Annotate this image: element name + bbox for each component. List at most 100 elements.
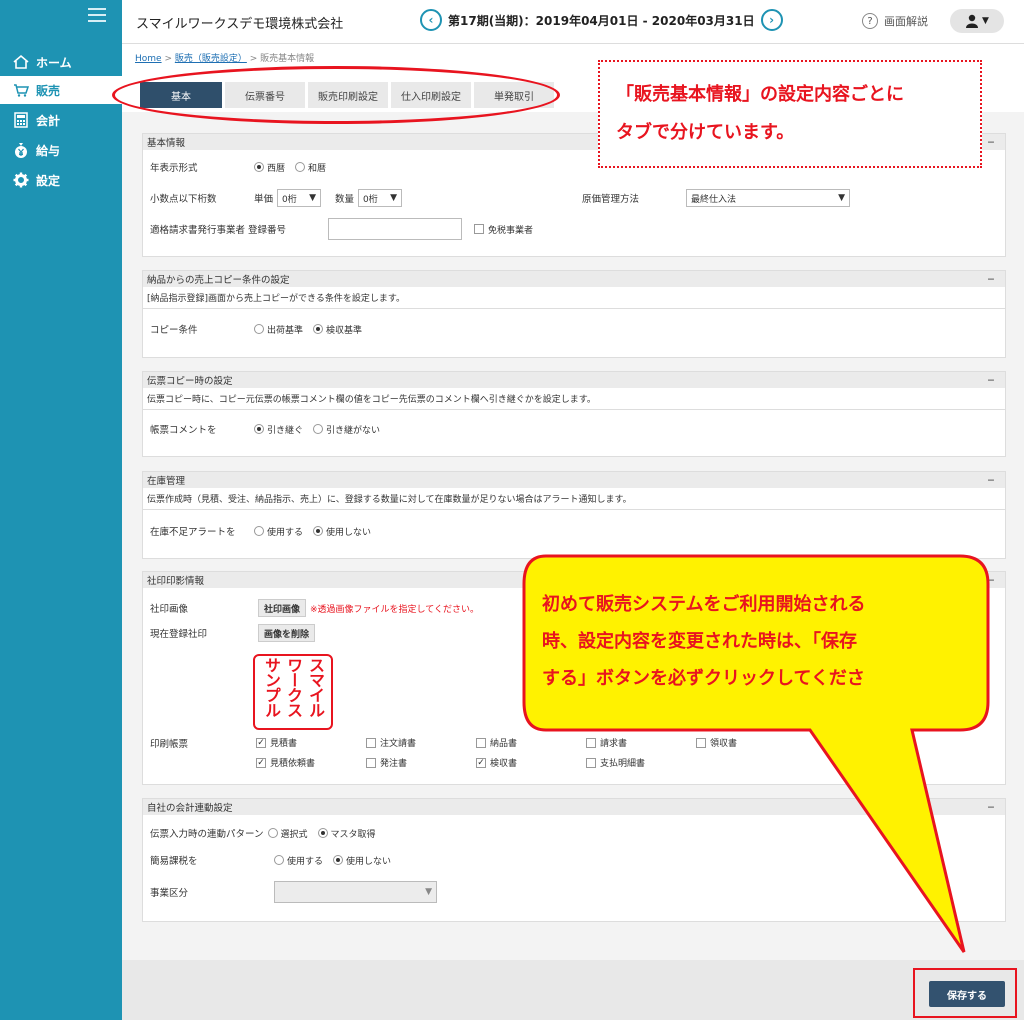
acceptance-basis-radio[interactable]: 検収基準 — [313, 323, 362, 336]
chevron-down-icon: ▼ — [838, 193, 845, 203]
no-inherit-radio[interactable]: 引き継がない — [313, 423, 380, 436]
yen-bag-icon — [12, 141, 30, 159]
radio-label: 西暦 — [267, 163, 286, 174]
panel-header: 納品からの売上コピー条件の設定 − — [143, 271, 1005, 287]
copy-delivery-panel: 納品からの売上コピー条件の設定 − [納品指示登録]画面から売上コピーができる条件… — [142, 270, 1006, 358]
chevron-down-icon: ▼ — [390, 193, 398, 203]
slip-copy-panel: 伝票コピー時の設定 − 伝票コピー時に、コピー元伝票の帳票コメント欄の値をコピー先… — [142, 371, 1006, 457]
shipping-basis-radio[interactable]: 出荷基準 — [254, 323, 303, 336]
form-purchase-order-checkbox[interactable]: 発注書 — [366, 756, 466, 769]
collapse-button[interactable]: − — [987, 475, 995, 486]
checkbox-label: 免税事業者 — [488, 225, 534, 236]
sidebar-item-label: 給与 — [36, 143, 61, 158]
header: スマイルワークスデモ環境株式会社 ‹ 第17期(当期)：2019年04月01日 … — [122, 0, 1024, 44]
sidebar-item-sales[interactable]: 販売 — [0, 76, 122, 104]
sidebar-item-accounting[interactable]: 会計 — [0, 106, 122, 134]
seal-text-col2: ワークス — [284, 657, 303, 717]
sidebar-item-settings[interactable]: 設定 — [0, 166, 122, 194]
unit-price-select[interactable]: 0桁 ▼ — [277, 189, 322, 207]
breadcrumb-home[interactable]: Home — [135, 54, 162, 64]
sidebar-item-label: 設定 — [36, 173, 61, 188]
stock-panel: 在庫管理 − 伝票作成時（見積、受注、納品指示、売上）に、登録する数量に対して在庫… — [142, 471, 1006, 559]
chevron-down-icon: ▼ — [982, 16, 989, 26]
quantity-select[interactable]: 0桁 ▼ — [358, 189, 403, 207]
seal-image-row: 社印画像 社印画像 ※透過画像ファイルを指定してください。 — [150, 599, 479, 617]
field-label: 原価管理方法 — [582, 194, 640, 205]
annotation-line: 時、設定内容を変更された時は、「保存 — [542, 631, 857, 652]
cost-method-row: 原価管理方法 最終仕入法 ▼ — [582, 189, 850, 207]
sidebar-item-home[interactable]: ホーム — [0, 48, 122, 76]
menu-icon[interactable] — [88, 8, 106, 22]
panel-title: 納品からの売上コピー条件の設定 — [147, 275, 290, 286]
checkbox-label: 納品書 — [490, 739, 518, 749]
quantity-label: 数量 — [335, 194, 355, 205]
prev-period-button[interactable]: ‹ — [420, 9, 442, 31]
gear-icon — [12, 171, 30, 189]
invoice-row: 適格請求書発行事業者 登録番号 免税事業者 — [150, 218, 543, 240]
help-link[interactable]: ? 画面解説 — [862, 13, 928, 29]
collapse-button[interactable]: − — [987, 137, 995, 148]
user-menu-button[interactable]: ▼ — [950, 9, 1004, 33]
field-label: 小数点以下桁数 — [150, 194, 217, 205]
sidebar-item-label: 会計 — [36, 113, 61, 128]
form-estimate-checkbox[interactable]: ✓ 見積書 — [256, 736, 356, 749]
breadcrumb: Home > 販売（販売設定） > 販売基本情報 — [135, 51, 314, 64]
print-forms-label: 印刷帳票 — [150, 739, 189, 750]
form-order-ack-checkbox[interactable]: 注文請書 — [366, 736, 466, 749]
chevron-down-icon: ▼ — [309, 193, 317, 203]
checkbox-label: 検収書 — [490, 759, 518, 769]
annotation-line: タブで分けています。 — [616, 122, 795, 143]
radio-label: 引き継がない — [326, 425, 381, 436]
breadcrumb-separator: > — [246, 54, 261, 64]
field-label: 適格請求書発行事業者 登録番号 — [150, 225, 287, 236]
invoice-number-input[interactable] — [328, 218, 462, 240]
stock-alert-row: 在庫不足アラートを 使用する 使用しない — [150, 524, 381, 538]
year-western-radio[interactable]: 西暦 — [254, 161, 285, 174]
simple-tax-use-radio[interactable]: 使用する — [274, 854, 323, 867]
stock-alert-use-radio[interactable]: 使用する — [254, 525, 303, 538]
breadcrumb-sales-settings[interactable]: 販売（販売設定） — [175, 54, 247, 64]
sidebar-item-label: 販売 — [36, 83, 61, 98]
radio-label: 和暦 — [308, 163, 327, 174]
tabs-annotation: 「販売基本情報」の設定内容ごとに タブで分けています。 — [598, 60, 982, 168]
sidebar-item-payroll[interactable]: 給与 — [0, 136, 122, 164]
next-period-button[interactable]: › — [760, 9, 783, 31]
home-icon — [12, 53, 30, 71]
current-seal-row: 現在登録社印 画像を削除 — [150, 624, 316, 642]
seal-image-note: ※透過画像ファイルを指定してください。 — [310, 604, 480, 615]
panel-description: 伝票作成時（見積、受注、納品指示、売上）に、登録する数量に対して在庫数量が足りな… — [143, 488, 1005, 510]
collapse-button[interactable]: − — [987, 375, 995, 386]
panel-title: 社印印影情報 — [147, 576, 205, 587]
panel-description: 伝票コピー時に、コピー元伝票の帳票コメント欄の値をコピー先伝票のコメント欄へ引き… — [143, 388, 1005, 410]
radio-label: 選択式 — [280, 829, 308, 840]
collapse-button[interactable]: − — [987, 274, 995, 285]
cost-method-select[interactable]: 最終仕入法 ▼ — [686, 189, 850, 207]
seal-image-button[interactable]: 社印画像 — [258, 599, 307, 617]
annotation-line: 初めて販売システムをご利用開始される — [542, 594, 866, 615]
copy-condition-row: コピー条件 出荷基準 検収基準 — [150, 322, 372, 336]
simple-tax-row: 簡易課税を 使用する 使用しない — [150, 853, 401, 867]
inherit-radio[interactable]: 引き継ぐ — [254, 423, 303, 436]
year-japanese-radio[interactable]: 和暦 — [295, 161, 326, 174]
pattern-select-radio[interactable]: 選択式 — [267, 827, 308, 840]
panel-title: 自社の会計連動設定 — [147, 803, 233, 814]
checkbox-label: 見積依頼書 — [270, 759, 316, 769]
cart-icon — [12, 81, 30, 99]
select-value: 0桁 — [282, 194, 297, 205]
save-button[interactable]: 保存する — [929, 981, 1005, 1007]
business-row: 事業区分 ▼ — [150, 881, 437, 903]
annotation-line: 「販売基本情報」の設定内容ごとに — [616, 84, 904, 105]
tax-exempt-checkbox[interactable]: 免税事業者 — [474, 223, 533, 236]
select-value: 最終仕入法 — [691, 194, 737, 205]
simple-tax-nouse-radio[interactable]: 使用しない — [333, 854, 391, 867]
stock-alert-nouse-radio[interactable]: 使用しない — [313, 525, 371, 538]
form-quote-request-checkbox[interactable]: ✓ 見積依頼書 — [256, 756, 356, 769]
delete-image-button[interactable]: 画像を削除 — [258, 624, 316, 642]
pattern-row: 伝票入力時の連動パターン 選択式 マスタ取得 — [150, 826, 386, 840]
checkbox-label: 見積書 — [270, 739, 298, 749]
sidebar-item-label: ホーム — [36, 55, 72, 70]
pattern-master-radio[interactable]: マスタ取得 — [317, 827, 376, 840]
save-annotation: 初めて販売システムをご利用開始される 時、設定内容を変更された時は、「保存 する… — [542, 586, 966, 697]
business-category-select[interactable]: ▼ — [274, 881, 437, 903]
radio-label: 検収基準 — [326, 325, 363, 336]
